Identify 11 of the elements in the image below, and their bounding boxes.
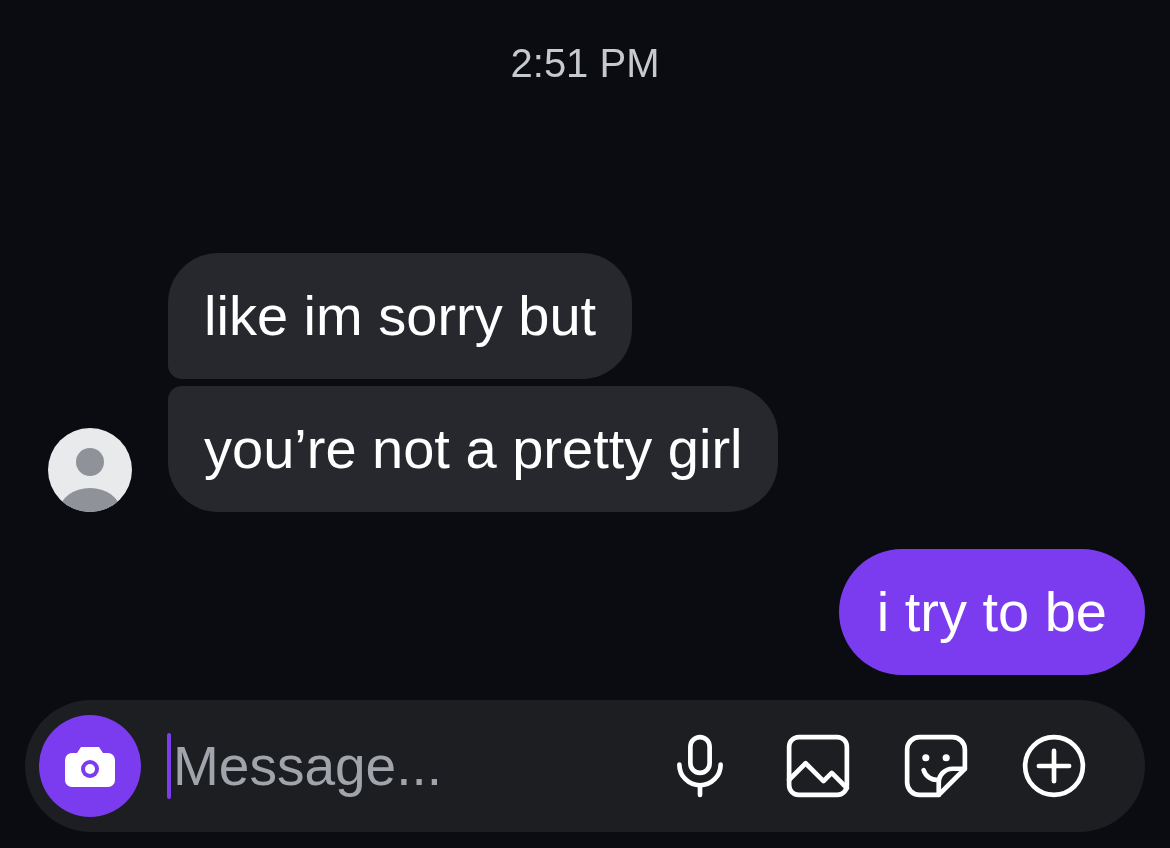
- message-composer[interactable]: Message...: [25, 700, 1145, 832]
- received-message: you’re not a pretty girl: [168, 386, 779, 512]
- received-message: like im sorry but: [168, 253, 633, 379]
- sent-message: i try to be: [838, 549, 1145, 675]
- add-icon[interactable]: [1021, 733, 1087, 799]
- image-icon[interactable]: [785, 733, 851, 799]
- sticker-icon[interactable]: [903, 733, 969, 799]
- camera-icon: [65, 745, 115, 787]
- message-timestamp: 2:51 PM: [510, 43, 660, 83]
- avatar-icon[interactable]: [48, 428, 132, 512]
- message-input[interactable]: Message...: [171, 724, 667, 808]
